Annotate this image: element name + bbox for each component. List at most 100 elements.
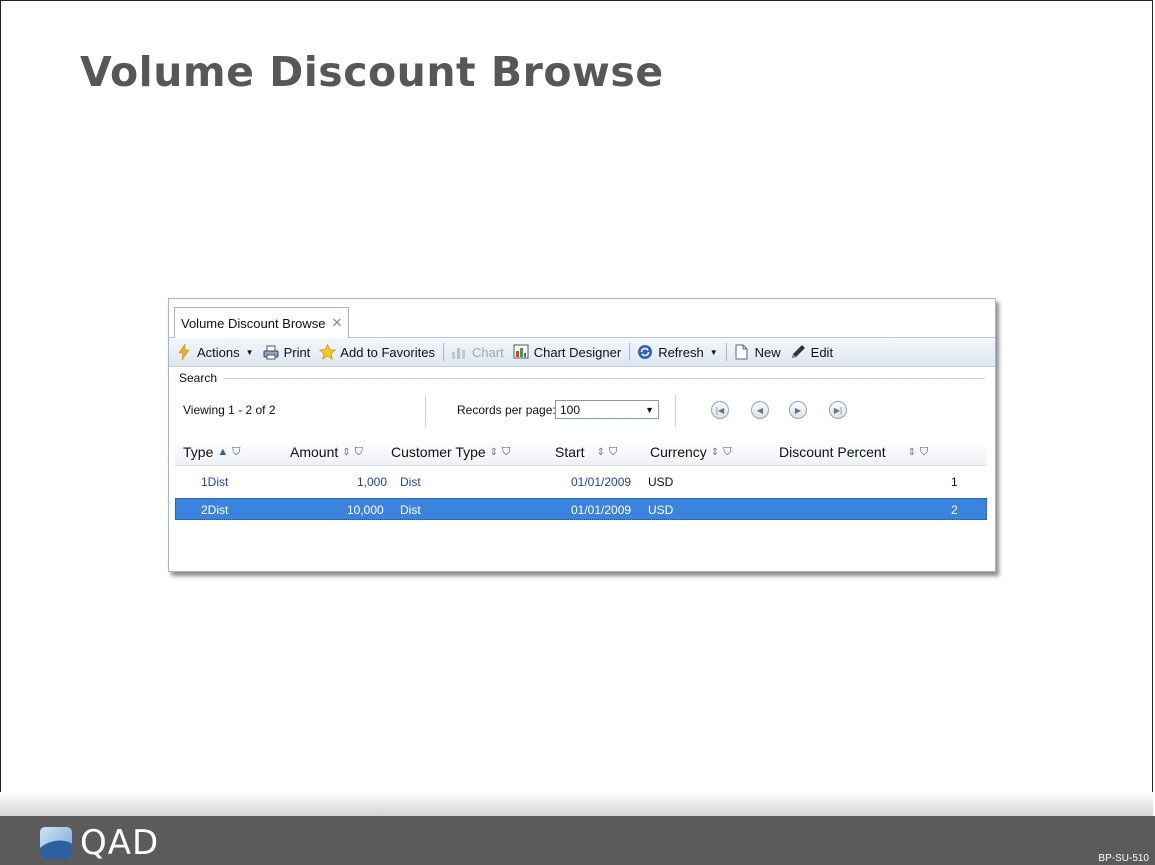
column-header-currency[interactable]: Currency ⇕ ⛉	[650, 444, 731, 460]
favorites-label: Add to Favorites	[340, 344, 435, 360]
toolbar-separator	[629, 343, 631, 361]
column-label: Customer Type	[391, 444, 486, 460]
previous-page-button[interactable]: ◀	[751, 401, 769, 419]
star-icon	[318, 343, 336, 361]
cell-currency[interactable]: USD	[648, 475, 673, 489]
column-label: Currency	[650, 444, 707, 460]
sort-icon[interactable]: ⇕	[342, 447, 350, 458]
viewing-count: Viewing 1 - 2 of 2	[183, 403, 276, 417]
new-document-icon	[733, 343, 751, 361]
records-per-page-value: 100	[560, 402, 581, 417]
cell-start[interactable]: 01/01/2009	[571, 475, 631, 489]
toolbar: Actions ▼ Print Add to Favorites Chart C…	[169, 338, 995, 367]
sort-icon[interactable]: ⇕	[908, 447, 916, 458]
cell-type[interactable]: 1Dist	[201, 475, 228, 489]
records-per-page-label: Records per page:	[457, 403, 556, 417]
filter-icon[interactable]: ⛉	[355, 446, 363, 459]
cell-start[interactable]: 01/01/2009	[571, 503, 631, 517]
column-label: Type	[183, 444, 214, 460]
column-header-type[interactable]: Type ▲ ⛉	[183, 444, 241, 460]
last-page-icon: ▶|	[833, 405, 843, 415]
lightning-icon	[175, 343, 193, 361]
tab-volume-discount-browse[interactable]: Volume Discount Browse ✕	[174, 307, 350, 338]
footer-gradient	[0, 792, 1153, 816]
first-page-button[interactable]: |◀	[711, 401, 729, 419]
cell-amount[interactable]: 10,000	[347, 503, 384, 517]
column-header-customer-type[interactable]: Customer Type ⇕ ⛉	[391, 444, 510, 460]
sort-ascending-icon[interactable]: ▲	[217, 446, 228, 458]
tab-label: Volume Discount Browse	[181, 315, 326, 331]
printer-icon	[262, 343, 280, 361]
search-label: Search	[179, 371, 218, 385]
cell-discount-percent[interactable]: 2	[951, 503, 958, 517]
grid-header: Type ▲ ⛉ Amount ⇕ ⛉ Customer Type ⇕ ⛉ St…	[175, 441, 987, 466]
dropdown-arrow-icon: ▼	[709, 347, 718, 357]
pencil-icon	[789, 343, 807, 361]
column-label: Discount Percent	[779, 444, 886, 460]
pager-separator	[425, 395, 426, 427]
cell-type[interactable]: 2Dist	[201, 503, 228, 517]
chart-button[interactable]: Chart	[450, 343, 504, 361]
add-to-favorites-button[interactable]: Add to Favorites	[318, 343, 435, 361]
table-row[interactable]: 1Dist 1,000 Dist 01/01/2009 USD 1	[175, 471, 987, 493]
footer-bar: QAD BP-SU-510	[0, 816, 1155, 865]
chart-designer-icon	[512, 343, 530, 361]
search-divider	[223, 377, 985, 379]
close-icon[interactable]: ✕	[332, 315, 343, 331]
sort-icon[interactable]: ⇕	[711, 447, 719, 458]
records-per-page-select[interactable]: 100 ▼	[555, 400, 659, 419]
column-header-discount-percent[interactable]: Discount Percent ⇕ ⛉	[779, 444, 928, 460]
new-button[interactable]: New	[733, 343, 781, 361]
toolbar-separator	[725, 343, 727, 361]
cell-amount[interactable]: 1,000	[357, 475, 387, 489]
dropdown-arrow-icon: ▼	[645, 404, 654, 415]
filter-icon[interactable]: ⛉	[502, 446, 510, 459]
column-label: Amount	[290, 444, 339, 460]
dropdown-arrow-icon: ▼	[245, 347, 254, 357]
refresh-button[interactable]: Refresh ▼	[636, 343, 718, 361]
bar-chart-icon	[450, 343, 468, 361]
logo-text: QAD	[80, 823, 160, 863]
next-page-button[interactable]: ▶	[789, 401, 807, 419]
pager-bar: Viewing 1 - 2 of 2 Records per page: 100…	[169, 395, 995, 429]
column-label: Start	[555, 444, 585, 460]
first-page-icon: |◀	[715, 405, 725, 415]
cell-customer-type[interactable]: Dist	[400, 503, 421, 517]
search-section[interactable]: Search	[169, 369, 995, 387]
tab-strip: Volume Discount Browse ✕	[169, 299, 995, 338]
qad-logo-icon	[40, 827, 72, 859]
chart-designer-button[interactable]: Chart Designer	[512, 343, 621, 361]
cell-customer-type[interactable]: Dist	[400, 475, 421, 489]
table-row-selected[interactable]: 2Dist 10,000 Dist 01/01/2009 USD 2	[175, 498, 987, 520]
toolbar-separator	[442, 343, 444, 361]
filter-icon[interactable]: ⛉	[920, 446, 928, 459]
qad-logo: QAD	[40, 823, 159, 863]
next-page-icon: ▶	[794, 405, 802, 415]
refresh-label: Refresh	[658, 344, 704, 360]
last-page-button[interactable]: ▶|	[829, 401, 847, 419]
cell-discount-percent[interactable]: 1	[951, 475, 958, 489]
pager-separator	[675, 395, 676, 427]
slide-title: Volume Discount Browse	[80, 48, 664, 96]
cell-currency[interactable]: USD	[648, 503, 673, 517]
print-label: Print	[283, 344, 311, 360]
actions-label: Actions	[197, 344, 240, 360]
edit-button[interactable]: Edit	[789, 343, 833, 361]
slide-code: BP-SU-510	[1098, 853, 1149, 864]
edit-label: Edit	[810, 344, 834, 360]
filter-icon[interactable]: ⛉	[609, 446, 617, 459]
filter-icon[interactable]: ⛉	[232, 446, 240, 459]
sort-icon[interactable]: ⇕	[490, 447, 498, 458]
filter-icon[interactable]: ⛉	[723, 446, 731, 459]
chart-designer-label: Chart Designer	[533, 344, 622, 360]
chart-label: Chart	[471, 344, 504, 360]
actions-button[interactable]: Actions ▼	[175, 343, 254, 361]
sort-icon[interactable]: ⇕	[597, 447, 605, 458]
print-button[interactable]: Print	[262, 343, 311, 361]
new-label: New	[754, 344, 781, 360]
column-header-amount[interactable]: Amount ⇕ ⛉	[290, 444, 363, 460]
column-header-start[interactable]: Start ⇕ ⛉	[555, 444, 617, 460]
previous-page-icon: ◀	[756, 405, 764, 415]
refresh-icon	[636, 343, 654, 361]
browse-window: Volume Discount Browse ✕ Actions ▼ Print…	[168, 298, 996, 572]
